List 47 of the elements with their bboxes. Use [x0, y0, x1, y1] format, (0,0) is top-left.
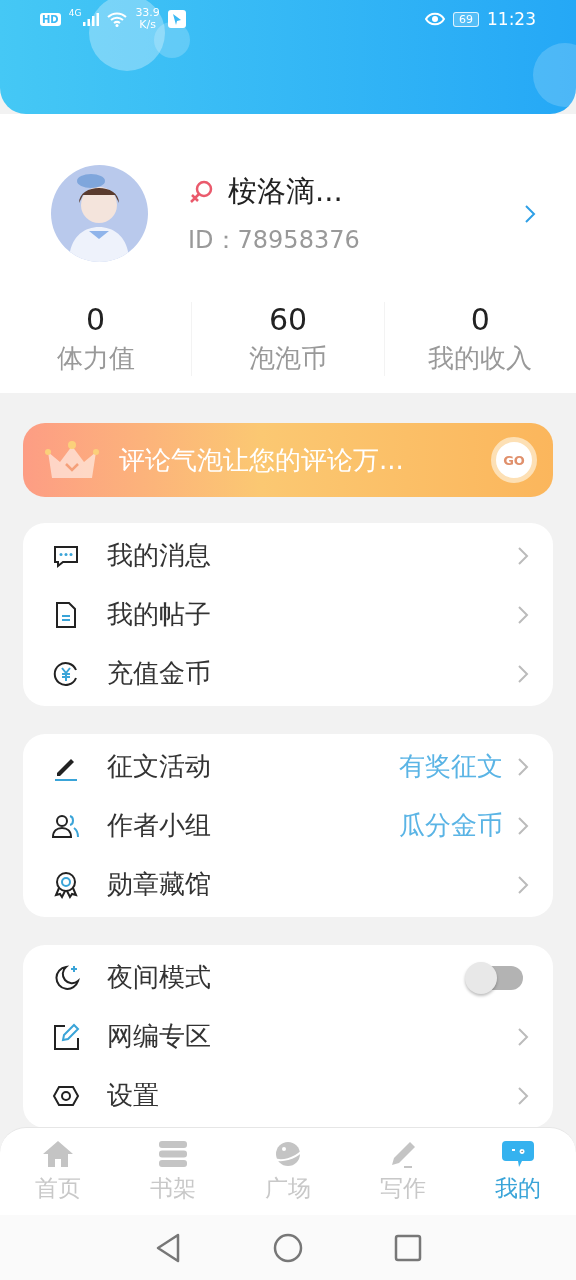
edit-icon [51, 1021, 81, 1052]
stat-label: 我的收入 [428, 342, 533, 375]
chevron-icon [524, 203, 536, 224]
menu-label: 征文活动 [107, 750, 212, 783]
chevron-icon [517, 815, 529, 836]
wifi-icon [107, 11, 128, 27]
signal-icon [83, 12, 100, 26]
female-icon [188, 178, 214, 205]
chevron-icon [517, 604, 529, 625]
speed-unit: K/s [139, 19, 156, 31]
promo-banner[interactable]: 评论气泡让您的评论万... GO [23, 423, 553, 497]
menu-hint-label: 瓜分金币 [399, 809, 503, 842]
menu-label: 设置 [107, 1079, 160, 1112]
user-id: ID：78958376 [188, 224, 361, 256]
menu-label: 我的帖子 [107, 598, 212, 631]
menu-hint-label: 有奖征文 [399, 750, 503, 783]
chevron-icon [517, 1085, 529, 1106]
stat-value: 60 [268, 302, 308, 337]
menu-label: 网编专区 [107, 1020, 212, 1053]
chevron-icon [517, 756, 529, 777]
menu-label: 夜间模式 [107, 961, 212, 994]
clock-time: 11:23 [487, 9, 536, 29]
eye-icon [425, 12, 445, 26]
crown-icon [45, 440, 99, 480]
night-mode-switch[interactable] [465, 962, 523, 993]
chevron-icon [517, 663, 529, 684]
battery-level: 69 [453, 11, 479, 27]
chevron-icon [517, 545, 529, 566]
user-name: 桉洛滴... [228, 172, 343, 210]
menu-label: 作者小组 [107, 809, 212, 842]
go-button[interactable]: GO [491, 437, 537, 483]
chat-bubble-icon [501, 1139, 536, 1169]
nav-tab[interactable]: 我的 [460, 1128, 576, 1215]
stat-value: 0 [86, 302, 106, 337]
banner-text: 评论气泡让您的评论万... [119, 443, 405, 477]
app-notification-icon [167, 10, 186, 28]
menu-label: 勋章藏馆 [107, 868, 212, 901]
stat-label: 泡泡币 [249, 342, 327, 375]
stat-value: 0 [470, 302, 490, 337]
network-type: 4G [68, 8, 82, 18]
chevron-icon [517, 1026, 529, 1047]
menu-label: 我的消息 [107, 539, 212, 572]
chevron-icon [517, 874, 529, 895]
hd-icon: HD [40, 12, 61, 26]
speed-value: 33.9 [135, 7, 160, 19]
stat-label: 体力值 [56, 342, 135, 375]
menu-label: 充值金币 [107, 657, 212, 690]
